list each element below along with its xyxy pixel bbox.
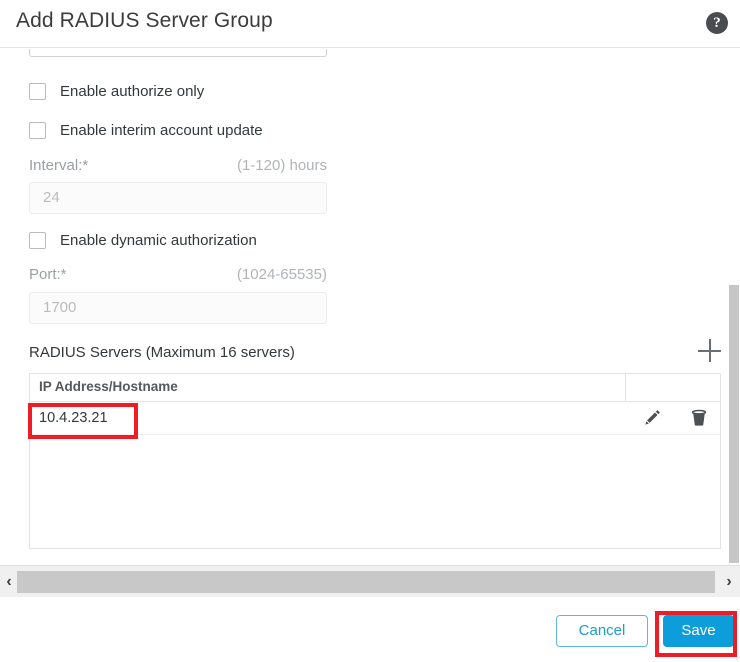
cell-ip-address: 10.4.23.21 xyxy=(39,410,108,426)
column-divider xyxy=(625,374,626,401)
scroll-right-arrow-icon[interactable]: › xyxy=(720,571,738,593)
dialog-body-scroll-area: Enable authorize only Enable interim acc… xyxy=(0,49,740,565)
port-label-row: Port:* (1024-65535) xyxy=(29,266,327,286)
radius-servers-table: IP Address/Hostname 10.4.23.21 xyxy=(29,373,721,549)
page-title: Add RADIUS Server Group xyxy=(16,9,273,32)
horizontal-scrollbar[interactable]: ‹ › xyxy=(0,565,740,598)
vertical-scrollbar-track[interactable] xyxy=(727,49,740,565)
row-action-buttons xyxy=(644,408,708,428)
interval-range-hint: (1-120) hours xyxy=(236,157,327,174)
table-row[interactable]: 10.4.23.21 xyxy=(30,402,720,435)
column-header-ip-address-hostname: IP Address/Hostname xyxy=(39,379,178,394)
checkbox-row-enable-interim-account-update[interactable]: Enable interim account update xyxy=(29,122,263,139)
port-range-hint: (1024-65535) xyxy=(236,266,327,283)
checkbox-enable-authorize-only[interactable] xyxy=(29,83,46,100)
help-circle-icon[interactable]: ? xyxy=(706,12,728,34)
interval-label: Interval:* xyxy=(29,157,89,174)
horizontal-scrollbar-thumb[interactable] xyxy=(17,571,715,593)
plus-icon[interactable] xyxy=(698,339,722,363)
scroll-left-arrow-icon[interactable]: ‹ xyxy=(0,571,18,593)
scrolled-off-input-field[interactable] xyxy=(29,49,327,57)
cancel-button[interactable]: Cancel xyxy=(556,615,648,647)
checkbox-row-enable-dynamic-authorization[interactable]: Enable dynamic authorization xyxy=(29,232,257,249)
dialog-header: Add RADIUS Server Group ? xyxy=(0,0,740,48)
trash-icon[interactable] xyxy=(690,408,708,428)
vertical-scrollbar-thumb[interactable] xyxy=(729,285,739,563)
port-input[interactable]: 1700 xyxy=(29,292,327,324)
checkbox-label-enable-interim-account-update: Enable interim account update xyxy=(60,122,263,139)
checkbox-label-enable-authorize-only: Enable authorize only xyxy=(60,83,205,100)
checkbox-row-enable-authorize-only[interactable]: Enable authorize only xyxy=(29,83,204,100)
checkbox-label-enable-dynamic-authorization: Enable dynamic authorization xyxy=(60,232,257,249)
pencil-icon[interactable] xyxy=(644,408,662,428)
interval-input[interactable]: 24 xyxy=(29,182,327,214)
port-label: Port:* xyxy=(29,266,67,283)
dialog-footer: Cancel Save xyxy=(0,597,740,662)
radius-servers-section-title: RADIUS Servers (Maximum 16 servers) xyxy=(29,344,295,361)
save-button[interactable]: Save xyxy=(663,615,734,647)
interval-label-row: Interval:* (1-120) hours xyxy=(29,157,327,177)
checkbox-enable-dynamic-authorization[interactable] xyxy=(29,232,46,249)
table-header-row: IP Address/Hostname xyxy=(30,374,720,402)
checkbox-enable-interim-account-update[interactable] xyxy=(29,122,46,139)
